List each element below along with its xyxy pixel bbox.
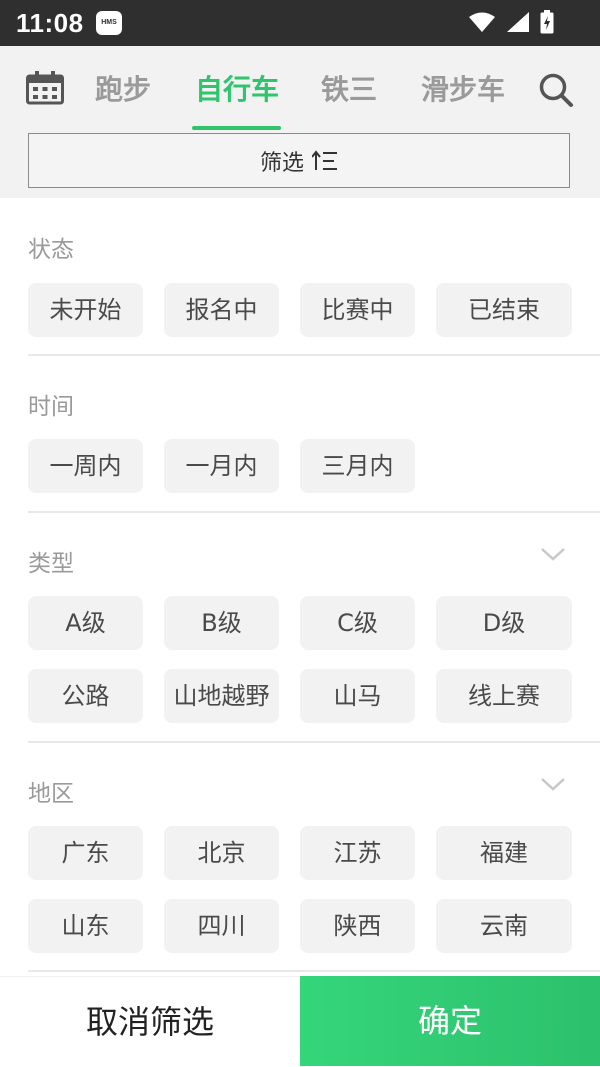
filter-label: 筛选 xyxy=(259,150,304,176)
chip-type-road[interactable]: 公路 xyxy=(28,669,143,723)
tab-cycling[interactable]: 自行车 xyxy=(192,70,282,110)
divider xyxy=(28,511,600,513)
filter-toggle-button[interactable]: 筛选 xyxy=(28,133,570,188)
hms-badge-icon: HMS xyxy=(96,11,122,35)
chip-time-three-months[interactable]: 三月内 xyxy=(300,439,415,493)
chip-type-a[interactable]: A级 xyxy=(28,596,143,650)
search-icon[interactable] xyxy=(538,72,574,108)
calendar-icon[interactable] xyxy=(26,71,64,105)
chip-region-shaanxi[interactable]: 陕西 xyxy=(300,899,415,953)
status-icons xyxy=(468,8,554,36)
chip-type-mtb[interactable]: 山地越野 xyxy=(164,669,279,723)
chip-status-not-started[interactable]: 未开始 xyxy=(28,283,143,337)
chip-region-jiangsu[interactable]: 江苏 xyxy=(300,826,415,880)
tab-balance-bike[interactable]: 滑步车 xyxy=(418,70,508,110)
status-bar: 11:08 HMS xyxy=(0,0,600,46)
chip-status-in-progress[interactable]: 比赛中 xyxy=(300,283,415,337)
chevron-down-icon[interactable] xyxy=(540,777,566,791)
chip-region-yunnan[interactable]: 云南 xyxy=(436,899,572,953)
sort-filter-icon xyxy=(312,149,337,170)
chip-region-beijing[interactable]: 北京 xyxy=(164,826,279,880)
chip-region-shandong[interactable]: 山东 xyxy=(28,899,143,953)
chip-type-d[interactable]: D级 xyxy=(436,596,572,650)
sport-tab-bar: 跑步 自行车 铁三 滑步车 xyxy=(0,46,600,130)
cancel-filter-button[interactable]: 取消筛选 xyxy=(0,976,300,1066)
tab-triathlon[interactable]: 铁三 xyxy=(318,70,380,110)
wifi-icon xyxy=(469,12,495,32)
status-time: 11:08 xyxy=(16,8,84,38)
chip-type-c[interactable]: C级 xyxy=(300,596,415,650)
chevron-down-icon[interactable] xyxy=(540,547,566,561)
divider xyxy=(28,354,600,356)
chip-type-b[interactable]: B级 xyxy=(164,596,279,650)
action-bar: 取消筛选 确定 xyxy=(0,976,600,1066)
section-title-status: 状态 xyxy=(28,237,74,263)
chip-type-mountain-marathon[interactable]: 山马 xyxy=(300,669,415,723)
section-title-type: 类型 xyxy=(28,551,74,577)
chip-time-week[interactable]: 一周内 xyxy=(28,439,143,493)
filter-bar: 筛选 xyxy=(0,130,600,198)
tab-running[interactable]: 跑步 xyxy=(92,70,154,110)
chip-region-guangdong[interactable]: 广东 xyxy=(28,826,143,880)
battery-icon xyxy=(540,10,554,34)
chip-type-online[interactable]: 线上赛 xyxy=(436,669,572,723)
chip-region-fujian[interactable]: 福建 xyxy=(436,826,572,880)
signal-icon xyxy=(507,12,529,32)
confirm-button[interactable]: 确定 xyxy=(300,976,600,1066)
chip-time-month[interactable]: 一月内 xyxy=(164,439,279,493)
chip-region-sichuan[interactable]: 四川 xyxy=(164,899,279,953)
section-title-region: 地区 xyxy=(28,781,74,807)
divider xyxy=(28,970,600,972)
chip-status-registering[interactable]: 报名中 xyxy=(164,283,279,337)
divider xyxy=(28,741,600,743)
chip-status-ended[interactable]: 已结束 xyxy=(436,283,572,337)
section-title-time: 时间 xyxy=(28,394,74,420)
